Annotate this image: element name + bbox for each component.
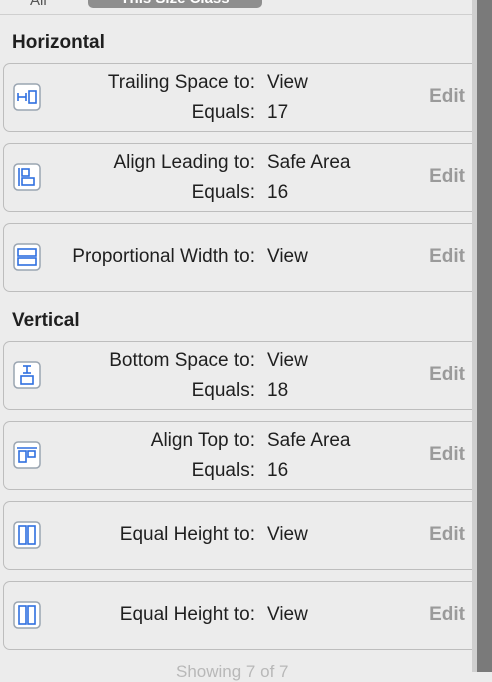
equals-value: 16 [267, 460, 289, 481]
constraint-target: View [267, 524, 308, 545]
edit-button[interactable]: Edit [429, 444, 465, 466]
equals-value: 18 [267, 380, 289, 401]
section-title-vertical: Vertical [12, 310, 80, 331]
section-title-horizontal: Horizontal [12, 32, 105, 53]
segment-all[interactable]: All [30, 0, 47, 9]
equals-label: Equals: [191, 460, 255, 481]
equals-label: Equals: [191, 102, 255, 123]
constraint-label: Align Leading to: [113, 152, 255, 173]
equals-value: 17 [267, 102, 289, 123]
constraint-label: Equal Height to: [119, 604, 255, 625]
edit-button[interactable]: Edit [429, 604, 465, 626]
divider [0, 14, 472, 15]
constraint-label: Bottom Space to: [109, 350, 255, 371]
constraint-row-trailing-space[interactable]: Trailing Space to: View Equals: 17 Edit [3, 63, 475, 132]
constraint-target: Safe Area [267, 152, 351, 173]
constraint-target: View [267, 72, 308, 93]
edit-button[interactable]: Edit [429, 364, 465, 386]
segment-this-size-class[interactable]: This Size Class [88, 0, 262, 8]
constraint-row-align-top[interactable]: Align Top to: Safe Area Equals: 16 Edit [3, 421, 475, 490]
equals-label: Equals: [191, 380, 255, 401]
equals-value: 16 [267, 182, 289, 203]
window-edge [477, 0, 492, 672]
constraint-row-equal-height[interactable]: Equal Height to: View Edit [3, 581, 475, 650]
size-class-segmented-control: All This Size Class [0, 0, 472, 14]
edit-button[interactable]: Edit [429, 166, 465, 188]
edit-button[interactable]: Edit [429, 246, 465, 268]
constraint-row-align-leading[interactable]: Align Leading to: Safe Area Equals: 16 Edi… [3, 143, 475, 212]
equals-label: Equals: [191, 182, 255, 203]
constraint-target: View [267, 246, 308, 267]
constraint-label: Trailing Space to: [107, 72, 255, 93]
constraint-row-equal-height[interactable]: Equal Height to: View Edit [3, 501, 475, 570]
constraints-count: Showing 7 of 7 [176, 662, 289, 681]
constraint-target: View [267, 604, 308, 625]
constraint-row-proportional-width[interactable]: Proportional Width to: View Edit [3, 223, 475, 292]
constraint-target: View [267, 350, 308, 371]
constraint-row-bottom-space[interactable]: Bottom Space to: View Equals: 18 Edit [3, 341, 475, 410]
constraint-label: Align Top to: [150, 430, 255, 451]
constraint-label: Equal Height to: [119, 524, 255, 545]
constraint-target: Safe Area [267, 430, 351, 451]
edit-button[interactable]: Edit [429, 524, 465, 546]
edit-button[interactable]: Edit [429, 86, 465, 108]
constraint-label: Proportional Width to: [72, 246, 255, 267]
